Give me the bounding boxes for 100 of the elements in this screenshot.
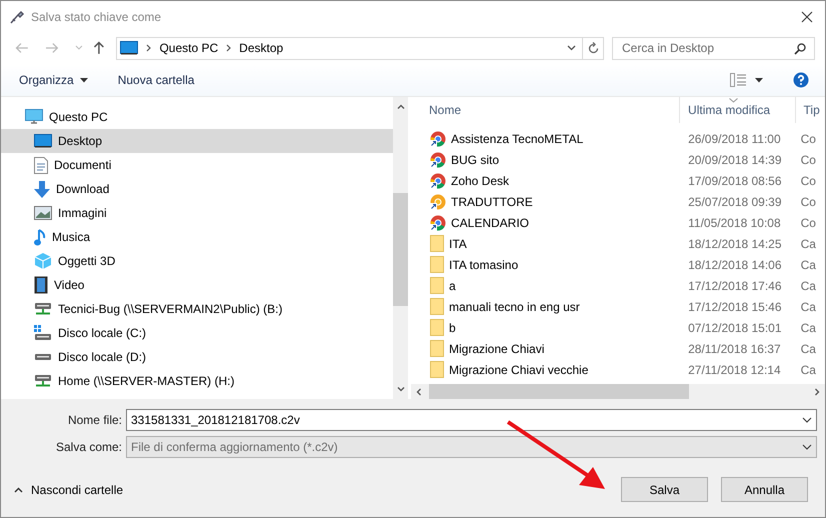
view-options-icon[interactable]	[730, 73, 747, 87]
date-cell-text: 17/12/2018 15:46	[687, 300, 783, 314]
table-cell-text: Ca	[800, 300, 817, 314]
sort-indicator-icon	[729, 98, 738, 103]
file-name-cell[interactable]: b	[421, 319, 680, 336]
browser-shortcut-icon	[430, 130, 446, 146]
system-drive-icon	[34, 325, 52, 341]
breadcrumb-link[interactable]: Questo PC	[159, 41, 218, 55]
sidebar-item[interactable]: Documenti	[1, 153, 393, 177]
date-cell-text: 27/11/2018 12:14	[687, 362, 782, 376]
address-bar[interactable]: Questo PC Desktop	[116, 36, 584, 60]
save-as-type-label: Salva come:	[54, 440, 123, 454]
chevron-down-icon[interactable]	[802, 417, 812, 423]
cube-icon	[34, 252, 52, 270]
date-cell-text: 07/12/2018 15:01	[687, 320, 783, 334]
file-name-label: Nome file:	[66, 413, 123, 427]
folder-icon	[430, 256, 444, 273]
refresh-icon	[588, 42, 599, 54]
table-cell-text: Co	[800, 174, 817, 188]
scrollbar-thumb[interactable]	[429, 384, 689, 399]
scroll-down-icon[interactable]	[396, 387, 404, 392]
table-cell-text: Ca	[800, 362, 817, 376]
help-icon[interactable]	[793, 72, 809, 88]
chevron-right-icon[interactable]	[226, 44, 232, 52]
column-header[interactable]: Ultima modifica	[680, 97, 796, 123]
cancel-button[interactable]: Annulla	[721, 477, 808, 502]
organize-menu-button[interactable]: Organizza	[19, 73, 88, 87]
scroll-up-icon[interactable]	[396, 104, 404, 109]
table-cell-text: Co	[800, 216, 817, 230]
table-cell-text: Ca	[800, 258, 817, 272]
date-cell-text: 20/09/2018 14:39	[687, 152, 783, 166]
sidebar-item[interactable]: Disco locale (C:)	[1, 321, 393, 345]
chevron-down-icon[interactable]	[567, 45, 576, 51]
file-name-field[interactable]: 331581331_201812181708.c2v	[126, 409, 817, 431]
sidebar-item[interactable]: Disco locale (D:)	[1, 345, 393, 369]
file-name-cell[interactable]: ITA tomasino	[421, 256, 680, 273]
date-cell-text: 18/12/2018 14:25	[687, 236, 783, 250]
hide-folders-button[interactable]: Nascondi cartelle	[14, 482, 124, 496]
scrollbar-thumb[interactable]	[393, 193, 408, 306]
close-icon[interactable]	[801, 10, 813, 22]
date-cell-text: 28/11/2018 16:37	[687, 342, 782, 356]
file-name-cell[interactable]: Migrazione Chiavi vecchie	[421, 361, 680, 378]
table-cell-text: Ca	[800, 320, 817, 334]
network-drive-icon	[34, 301, 52, 317]
vertical-scrollbar[interactable]	[393, 97, 408, 399]
sidebar-item[interactable]: Download	[1, 177, 393, 201]
browser-shortcut-icon	[430, 172, 446, 188]
file-name-cell[interactable]: BUG sito	[421, 152, 680, 168]
up-arrow-icon[interactable]	[92, 41, 104, 55]
sidebar-item[interactable]: Home (\\SERVER-MASTER) (H:)	[1, 369, 393, 393]
file-name-cell[interactable]: ITA	[421, 235, 680, 252]
date-cell-text: 11/05/2018 10:08	[687, 216, 782, 230]
sidebar-item[interactable]: Musica	[1, 225, 393, 249]
sidebar-item[interactable]: Video	[1, 273, 393, 297]
chevron-down-icon	[802, 444, 812, 450]
date-cell-text: 25/07/2018 09:39	[687, 194, 783, 208]
sidebar-item[interactable]: Tecnici-Bug (\\SERVERMAIN2\Public) (B:)	[1, 297, 393, 321]
caret-icon	[80, 78, 88, 82]
date-cell-text: 17/09/2018 08:56	[687, 174, 783, 188]
sidebar-item[interactable]: Questo PC	[1, 105, 393, 129]
music-note-icon	[34, 228, 46, 246]
new-folder-button[interactable]: Nuova cartella	[118, 73, 194, 87]
monitor-icon	[25, 109, 43, 125]
chevron-right-icon[interactable]	[146, 44, 152, 52]
file-name-cell[interactable]: TRADUTTORE	[421, 194, 680, 210]
column-header[interactable]: Tip	[796, 97, 825, 123]
column-header[interactable]: Nome	[421, 97, 680, 123]
search-icon	[794, 42, 806, 54]
search-field[interactable]: Cerca in Desktop	[612, 36, 815, 60]
table-cell-text: Co	[800, 194, 817, 208]
folder-icon	[430, 235, 444, 252]
chevron-up-icon	[14, 486, 23, 492]
file-name-cell[interactable]: a	[421, 277, 680, 294]
folder-icon	[430, 298, 444, 315]
caret-icon[interactable]	[755, 78, 763, 82]
file-name-cell[interactable]: Migrazione Chiavi	[421, 340, 680, 357]
scroll-left-icon[interactable]	[416, 388, 421, 396]
window-title: Salva stato chiave come	[31, 10, 162, 24]
table-cell-text: Ca	[800, 342, 817, 356]
document-icon	[34, 156, 48, 174]
file-name-cell[interactable]: CALENDARIO	[421, 214, 680, 230]
scroll-right-icon[interactable]	[815, 388, 820, 396]
refresh-button[interactable]	[583, 36, 604, 60]
browser-shortcut-icon	[430, 194, 446, 210]
file-type-dropdown[interactable]: File di conferma aggiornamento (*.c2v)	[126, 436, 817, 458]
file-name-cell[interactable]: Zoho Desk	[421, 172, 680, 188]
down-arrow-icon	[34, 180, 50, 198]
sidebar-item[interactable]: Oggetti 3D	[1, 249, 393, 273]
sidebar-item[interactable]: Desktop	[1, 129, 393, 153]
date-cell-text: 18/12/2018 14:06	[687, 258, 783, 272]
folder-icon	[430, 361, 444, 378]
horizontal-scrollbar[interactable]	[411, 384, 825, 399]
save-button[interactable]: Salva	[621, 477, 708, 502]
breadcrumb-link[interactable]: Desktop	[239, 41, 284, 55]
drive-icon	[35, 354, 51, 360]
film-icon	[34, 276, 48, 294]
file-name-cell[interactable]: Assistenza TecnoMETAL	[421, 130, 680, 146]
sidebar-item[interactable]: Immagini	[1, 201, 393, 225]
file-name-cell[interactable]: manuali tecno in eng usr	[421, 298, 680, 315]
date-cell-text: 26/09/2018 11:00	[687, 132, 782, 146]
